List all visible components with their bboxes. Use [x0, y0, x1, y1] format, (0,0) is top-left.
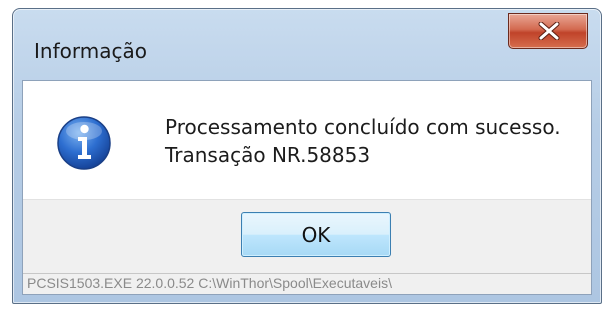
status-bar: PCSIS1503.EXE 22.0.0.52 C:\WinThor\Spool… — [23, 273, 591, 294]
button-area: OK — [23, 199, 591, 274]
dialog-title: Informação — [34, 39, 147, 63]
close-button[interactable] — [508, 13, 588, 49]
ok-button[interactable]: OK — [241, 212, 391, 257]
information-icon — [57, 116, 111, 170]
dialog-body: Processamento concluído com sucesso. Tra… — [22, 80, 592, 295]
title-bar[interactable]: Informação — [13, 9, 601, 79]
status-text: PCSIS1503.EXE 22.0.0.52 C:\WinThor\Spool… — [27, 275, 392, 291]
message-line-1: Processamento concluído com sucesso. — [165, 115, 561, 139]
dialog-window: Informação Processamento concluído com s… — [12, 8, 602, 304]
message-line-2: Transação NR.58853 — [165, 143, 371, 167]
close-icon — [538, 22, 560, 40]
message-text: Processamento concluído com sucesso. Tra… — [165, 113, 561, 169]
